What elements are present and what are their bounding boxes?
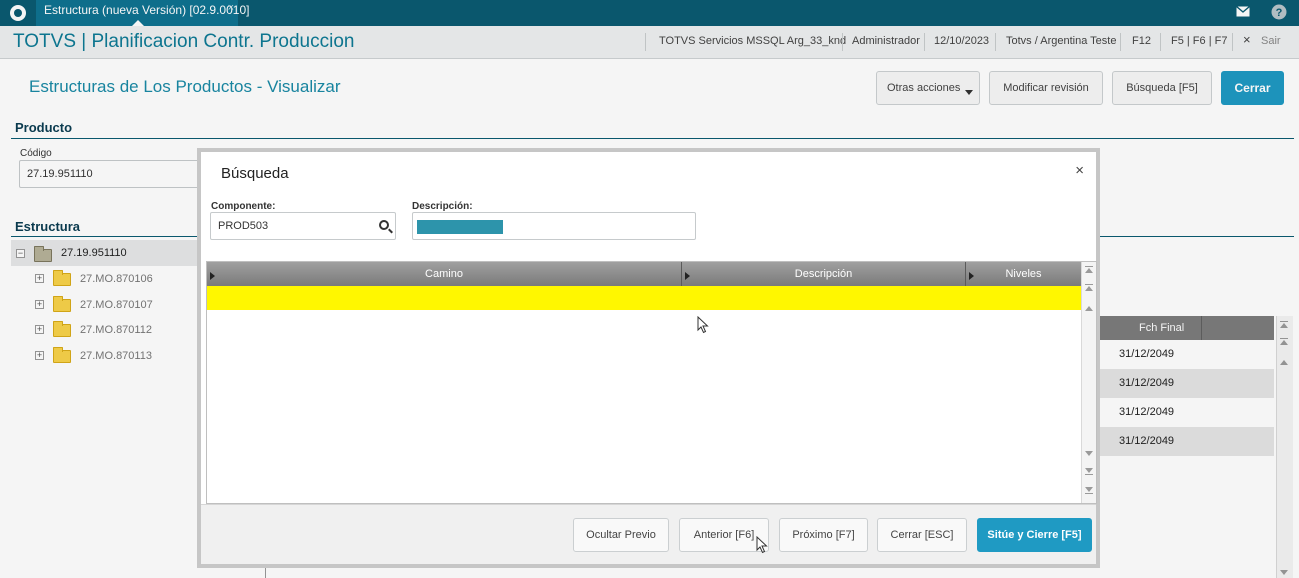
componente-value: PROD503 <box>218 220 269 232</box>
proximo-button[interactable]: Próximo [F7] <box>779 518 868 552</box>
scroll-page-up-icon[interactable] <box>1085 286 1093 291</box>
column-header-niveles[interactable]: Niveles <box>966 262 1081 286</box>
dialog-title: Búsqueda <box>221 165 289 182</box>
scroll-page-up-icon[interactable] <box>1085 284 1093 285</box>
scroll-up-icon[interactable] <box>1085 306 1093 311</box>
cerrar-esc-button[interactable]: Cerrar [ESC] <box>877 518 967 552</box>
dialog-footer: Ocultar Previo Anterior [F6] Próximo [F7… <box>201 504 1096 564</box>
descripcion-input[interactable] <box>412 212 696 240</box>
search-icon[interactable] <box>379 220 389 230</box>
column-label: Camino <box>425 268 463 280</box>
scroll-bottom-icon[interactable] <box>1085 487 1093 492</box>
column-header-descripcion[interactable]: Descripción <box>682 262 965 286</box>
scroll-bottom-icon[interactable] <box>1085 493 1093 494</box>
scroll-top-icon[interactable] <box>1085 266 1093 267</box>
ocultar-previo-button[interactable]: Ocultar Previo <box>573 518 669 552</box>
scroll-top-icon[interactable] <box>1085 268 1093 273</box>
descripcion-selection <box>417 220 503 234</box>
scroll-page-down-icon[interactable] <box>1085 468 1093 473</box>
results-grid: Camino Descripción Niveles <box>206 261 1097 504</box>
grid-scrollbar[interactable] <box>1081 262 1096 503</box>
close-icon[interactable]: × <box>1075 162 1084 179</box>
scroll-page-down-icon[interactable] <box>1085 474 1093 475</box>
componente-input[interactable]: PROD503 <box>210 212 396 240</box>
column-header-camino[interactable]: Camino <box>207 262 681 286</box>
componente-label: Componente: <box>211 201 276 212</box>
descripcion-label: Descripción: <box>412 201 473 212</box>
selected-row[interactable] <box>207 286 1081 310</box>
mouse-cursor-icon <box>697 316 709 334</box>
situe-y-cierre-button[interactable]: Sitúe y Cierre [F5] <box>977 518 1092 552</box>
scroll-down-icon[interactable] <box>1085 451 1093 456</box>
grid-header: Camino Descripción Niveles <box>207 262 1081 286</box>
column-label: Niveles <box>1005 268 1042 280</box>
busqueda-dialog: Búsqueda × Componente: PROD503 Descripci… <box>197 148 1100 568</box>
column-label: Descripción <box>794 268 853 280</box>
mouse-cursor-icon <box>756 536 768 554</box>
